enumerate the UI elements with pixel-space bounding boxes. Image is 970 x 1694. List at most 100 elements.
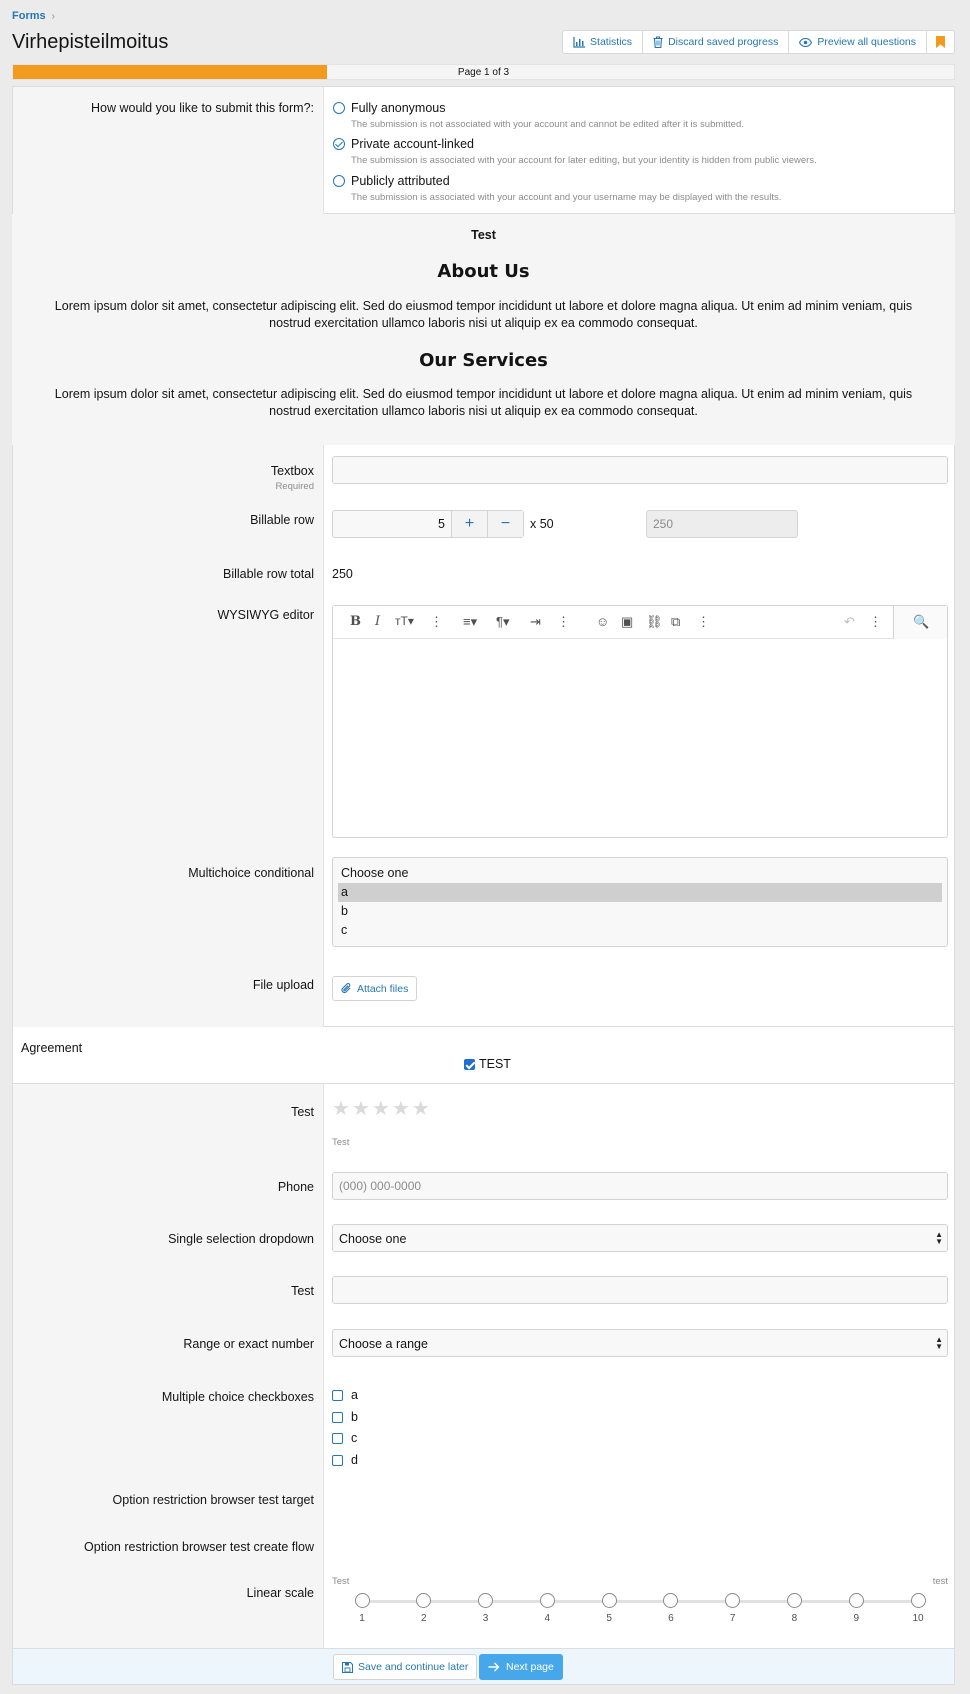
- align-icon[interactable]: ≡▾: [463, 614, 477, 630]
- scale-point-radio[interactable]: [478, 1593, 494, 1608]
- scale-point-radio[interactable]: [848, 1593, 864, 1608]
- radio-option-public[interactable]: Publicly attributed The submission is as…: [333, 174, 781, 203]
- checkbox[interactable]: [332, 1389, 343, 1401]
- discard-progress-button[interactable]: Discard saved progress: [643, 31, 790, 53]
- radio-option-private[interactable]: Private account-linked The submission is…: [333, 137, 817, 166]
- checkbox-option[interactable]: d: [332, 1453, 358, 1467]
- select-arrows-icon: ▲ ▼: [935, 1335, 943, 1351]
- preview-all-questions-button[interactable]: Preview all questions: [789, 31, 927, 53]
- multichoice-label: Multichoice conditional: [13, 855, 324, 967]
- agreement-checkbox-group[interactable]: TEST: [464, 1057, 511, 1071]
- quantity-stepper[interactable]: 5 + −: [332, 510, 524, 538]
- scale-point-number: 7: [729, 1613, 736, 1624]
- scale-point-number: 1: [359, 1613, 365, 1624]
- decrement-button[interactable]: −: [487, 511, 523, 537]
- linear-scale[interactable]: Test test 1 2 3 4 5 6 7 8 9 10: [332, 1576, 948, 1636]
- statistics-button[interactable]: Statistics: [563, 31, 644, 53]
- scale-min-label: Test: [332, 1576, 350, 1587]
- scale-point-radio[interactable]: [786, 1593, 802, 1608]
- star-icon[interactable]: ★: [332, 1096, 350, 1121]
- save-and-continue-button[interactable]: Save and continue later: [333, 1654, 478, 1680]
- billable-result-field: 250: [646, 510, 798, 538]
- scale-point-number: 4: [544, 1613, 551, 1624]
- checkbox-option[interactable]: a: [332, 1388, 358, 1402]
- checkbox-group-row: Multiple choice checkboxes a b c d: [13, 1379, 954, 1483]
- scale-point-radio[interactable]: [354, 1593, 370, 1608]
- checkbox[interactable]: [332, 1454, 343, 1466]
- agreement-checkbox[interactable]: [464, 1058, 475, 1070]
- image-icon[interactable]: ▣: [621, 614, 633, 630]
- increment-button[interactable]: +: [451, 511, 487, 537]
- bold-icon[interactable]: B: [350, 614, 361, 629]
- radio-button-checked[interactable]: [333, 138, 345, 150]
- single-selection-dropdown[interactable]: Choose one ▲ ▼: [332, 1224, 948, 1252]
- restriction-flow-row: Option restriction browser test create f…: [13, 1530, 954, 1576]
- multiplier-text: x 50: [530, 517, 554, 531]
- preview-toggle-button[interactable]: 🔍: [893, 606, 947, 639]
- scale-point-number: 8: [791, 1613, 798, 1624]
- trash-icon: [653, 36, 663, 48]
- scale-point-radio[interactable]: [663, 1593, 679, 1608]
- star-icon[interactable]: ★: [392, 1096, 410, 1121]
- scale-point-radio[interactable]: [416, 1593, 432, 1608]
- radio-button[interactable]: [333, 102, 345, 114]
- textbox-row: Textbox Required: [13, 445, 954, 498]
- paragraph-icon[interactable]: ¶▾: [496, 614, 510, 630]
- media-icon[interactable]: ⧉: [671, 614, 680, 630]
- listbox-option-selected[interactable]: a: [338, 883, 942, 902]
- next-page-button[interactable]: Next page: [479, 1654, 563, 1680]
- checkbox-option[interactable]: b: [332, 1410, 358, 1424]
- more-vertical-icon[interactable]: ⋮: [557, 614, 570, 630]
- indent-icon[interactable]: ⇥: [530, 614, 541, 630]
- radio-button[interactable]: [333, 175, 345, 187]
- quantity-value[interactable]: 5: [333, 511, 451, 537]
- checkbox[interactable]: [332, 1411, 343, 1423]
- breadcrumb-forms-link[interactable]: Forms: [12, 10, 46, 22]
- top-button-group: Statistics Discard saved progress Previe…: [562, 30, 955, 54]
- restriction-target-control: [324, 1483, 954, 1530]
- emoji-icon[interactable]: ☺: [596, 614, 609, 629]
- range-label: Range or exact number: [13, 1327, 324, 1379]
- scale-point-radio[interactable]: [601, 1593, 617, 1608]
- bookmark-button[interactable]: [927, 31, 954, 53]
- more-vertical-icon[interactable]: ⋮: [869, 614, 882, 630]
- file-upload-row: File upload Attach files: [13, 967, 954, 1027]
- more-vertical-icon[interactable]: ⋮: [697, 614, 710, 630]
- star-rating[interactable]: ★ ★ ★ ★ ★: [332, 1096, 430, 1121]
- italic-icon[interactable]: I: [375, 614, 380, 629]
- scale-point-number: 5: [606, 1613, 612, 1624]
- billable-total-row: Billable row total 250: [13, 557, 954, 597]
- billable-total-value: 250: [332, 567, 353, 581]
- phone-label: Phone: [13, 1170, 324, 1222]
- checkbox[interactable]: [332, 1432, 343, 1444]
- range-dropdown-value: Choose a range: [339, 1337, 428, 1351]
- scale-point-number: 3: [482, 1613, 489, 1624]
- paperclip-icon: [341, 983, 351, 994]
- agreement-label: Agreement: [21, 1041, 83, 1055]
- checkbox-option[interactable]: c: [332, 1431, 357, 1445]
- undo-icon[interactable]: ↶: [844, 614, 855, 630]
- attach-files-button[interactable]: Attach files: [332, 976, 418, 1001]
- listbox-option[interactable]: b: [338, 902, 942, 921]
- scale-point-radio[interactable]: [910, 1593, 926, 1608]
- multichoice-listbox[interactable]: Choose one a b c: [332, 857, 948, 947]
- link-icon[interactable]: ⛓: [646, 614, 663, 630]
- more-vertical-icon[interactable]: ⋮: [430, 614, 443, 630]
- phone-input[interactable]: (000) 000-0000: [332, 1172, 948, 1200]
- textbox-input[interactable]: [332, 456, 948, 484]
- dropdown-value: Choose one: [339, 1232, 407, 1246]
- star-icon[interactable]: ★: [412, 1096, 430, 1121]
- listbox-option[interactable]: Choose one: [338, 864, 942, 883]
- listbox-option[interactable]: c: [338, 921, 942, 940]
- star-icon[interactable]: ★: [352, 1096, 370, 1121]
- radio-option-anonymous[interactable]: Fully anonymous The submission is not as…: [333, 101, 744, 130]
- radio-option-description: The submission is not associated with yo…: [351, 119, 744, 130]
- text-size-icon[interactable]: тT▾: [395, 614, 414, 628]
- scale-point-radio[interactable]: [725, 1593, 741, 1608]
- range-dropdown[interactable]: Choose a range ▲ ▼: [332, 1329, 948, 1357]
- test-text-input[interactable]: [332, 1276, 948, 1304]
- scale-point-radio[interactable]: [539, 1593, 555, 1608]
- star-icon[interactable]: ★: [372, 1096, 390, 1121]
- preview-icon: 🔍: [913, 614, 930, 629]
- radio-option-title: Publicly attributed: [351, 174, 450, 188]
